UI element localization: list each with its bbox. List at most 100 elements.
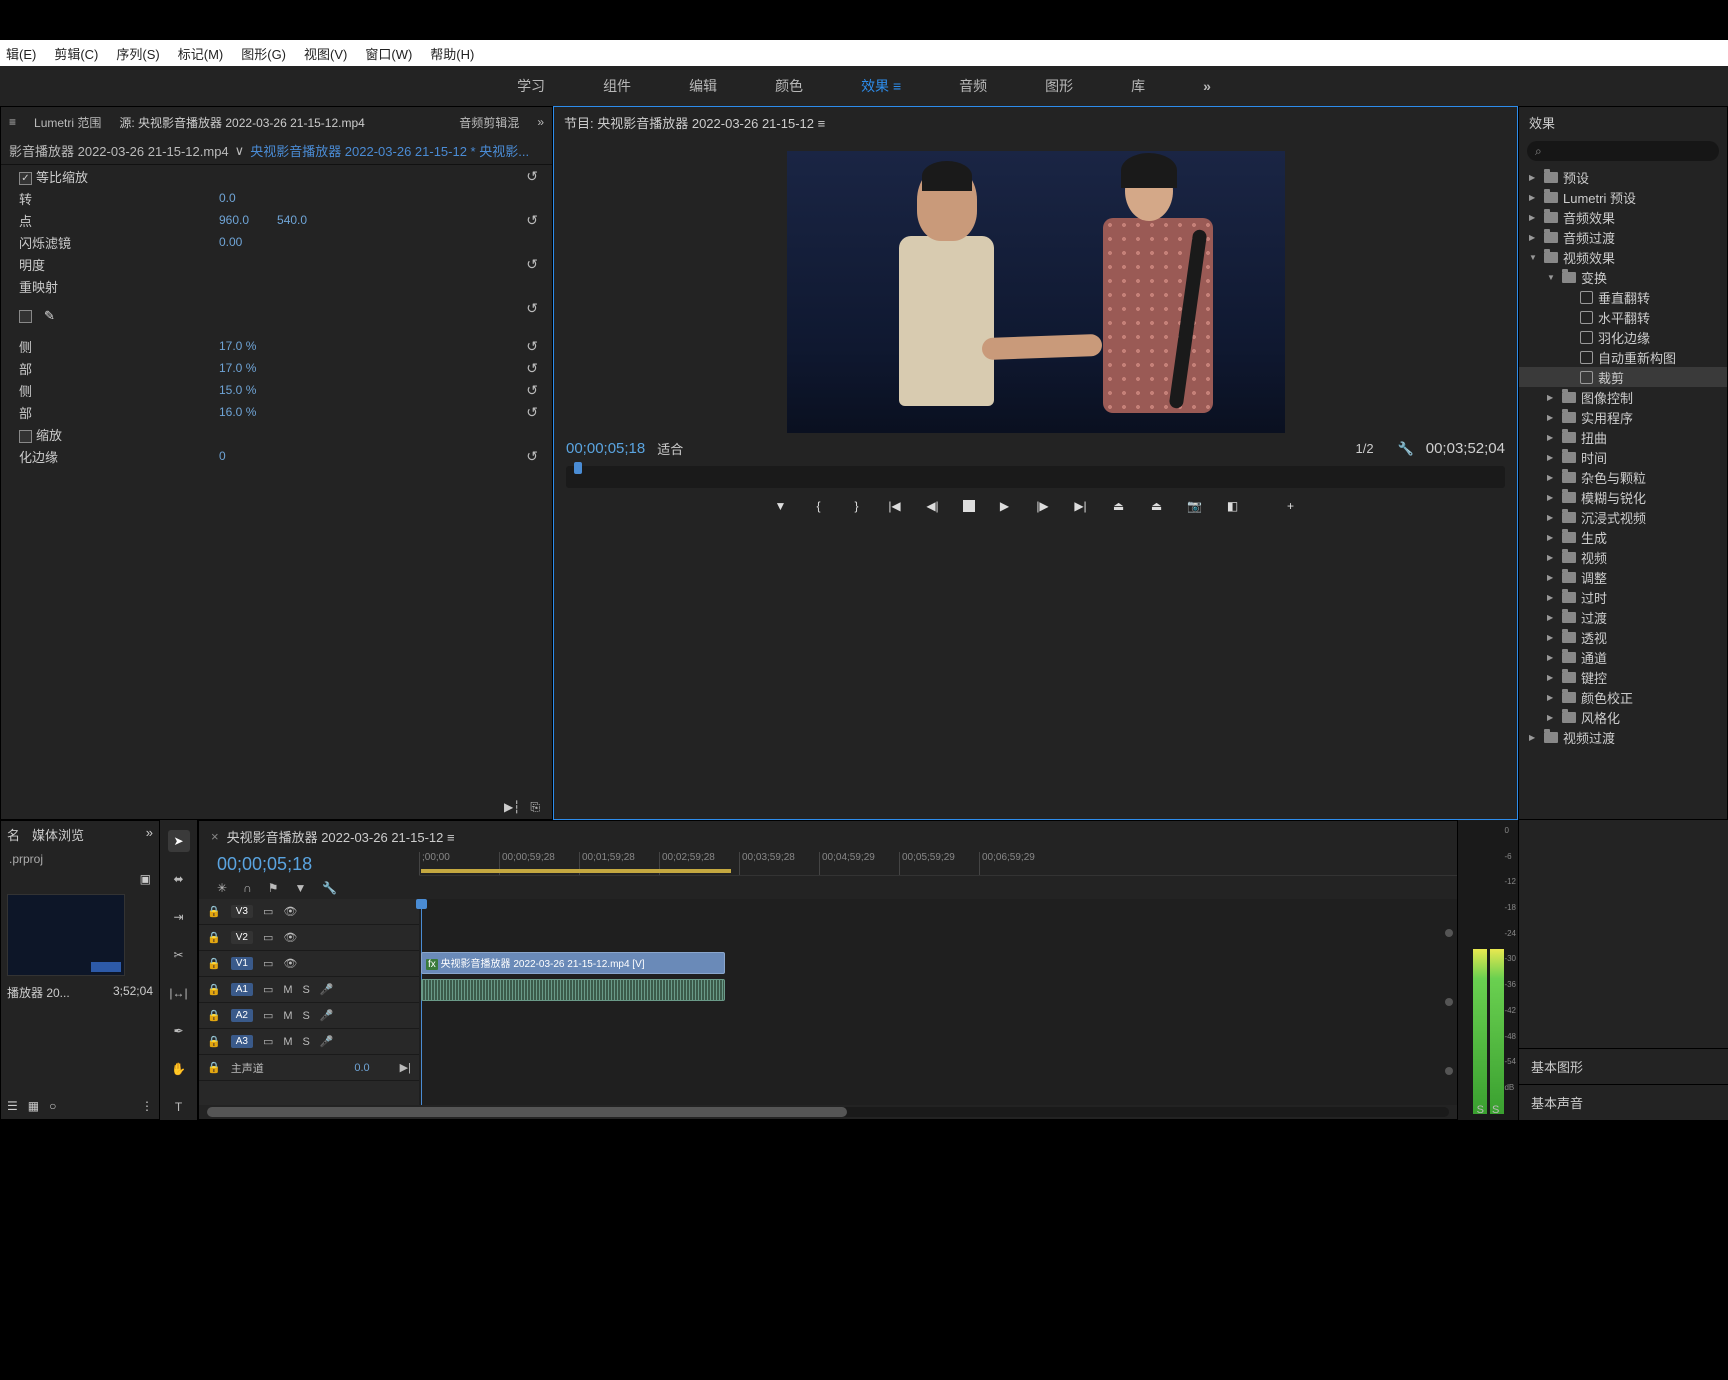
track-v2[interactable]: 🔒V2▭👁 (199, 925, 419, 951)
program-scrubber[interactable] (566, 466, 1505, 488)
reset-icon[interactable]: ↺ (526, 168, 538, 185)
track-master[interactable]: 🔒主声道0.0▶| (199, 1055, 419, 1081)
flicker-value[interactable]: 0.00 (219, 235, 242, 249)
lock-icon[interactable]: 🔒 (207, 931, 221, 944)
timeline-content[interactable]: fx 央视影音播放器 2022-03-26 21-15-12.mp4 [V] (419, 899, 1457, 1105)
fx-视频效果[interactable]: ▼视频效果 (1519, 247, 1727, 267)
lock-icon[interactable]: 🔒 (207, 1061, 221, 1074)
ws-graphics[interactable]: 图形 (1041, 68, 1077, 104)
fx-裁剪[interactable]: 裁剪 (1519, 367, 1727, 387)
work-area-bar[interactable] (421, 869, 731, 873)
project-tab-name[interactable]: 名 (7, 825, 20, 844)
project-item-row[interactable]: 播放器 20... 3;52;04 (1, 982, 159, 1003)
add-marker-icon[interactable]: ⚑ (268, 881, 279, 895)
ec-tab-source[interactable]: 源: 央视影音播放器 2022-03-26 21-15-12.mp4 (119, 114, 364, 131)
h-scroll-thumb[interactable] (207, 1107, 847, 1117)
ws-audio[interactable]: 音频 (955, 68, 991, 104)
fx-风格化[interactable]: ▶风格化 (1519, 707, 1727, 727)
project-tab-media[interactable]: 媒体浏览 (32, 825, 84, 844)
menu-clip[interactable]: 剪辑(C) (54, 44, 98, 63)
track-select-tool[interactable]: ⬌ (168, 868, 190, 890)
voice-over-icon[interactable]: 🎤 (320, 1009, 334, 1022)
stop-icon[interactable] (963, 500, 975, 512)
sync-lock-icon[interactable]: ▭ (263, 905, 273, 918)
mark-in-icon[interactable]: { (811, 498, 827, 514)
slip-tool[interactable]: |↔| (168, 982, 190, 1004)
fx-预设[interactable]: ▶预设 (1519, 167, 1727, 187)
fx-视频过渡[interactable]: ▶视频过渡 (1519, 727, 1727, 747)
reset-icon[interactable]: ↺ (526, 382, 538, 399)
fx-键控[interactable]: ▶键控 (1519, 667, 1727, 687)
extract-icon[interactable]: ⏏ (1149, 498, 1165, 514)
fx-透视[interactable]: ▶透视 (1519, 627, 1727, 647)
fx-视频[interactable]: ▶视频 (1519, 547, 1727, 567)
mute-icon[interactable]: M (283, 1010, 292, 1022)
fx-沉浸式视频[interactable]: ▶沉浸式视频 (1519, 507, 1727, 527)
linked-selection-icon[interactable]: ∩ (243, 881, 252, 895)
essential-graphics-tab[interactable]: 基本图形 (1519, 1048, 1728, 1084)
crop-bottom-value[interactable]: 16.0 % (219, 405, 256, 419)
fx-杂色与颗粒[interactable]: ▶杂色与颗粒 (1519, 467, 1727, 487)
lock-icon[interactable]: 🔒 (207, 957, 221, 970)
rotation-value[interactable]: 0.0 (219, 191, 236, 205)
ws-overflow[interactable]: » (1199, 70, 1215, 102)
selection-tool[interactable]: ➤ (168, 830, 190, 852)
marker-icon[interactable]: ▼ (294, 881, 306, 895)
timeline-h-scroll[interactable] (207, 1107, 1449, 1117)
ws-edit[interactable]: 编辑 (685, 68, 721, 104)
lock-icon[interactable]: 🔒 (207, 1035, 221, 1048)
fx-音频过渡[interactable]: ▶音频过渡 (1519, 227, 1727, 247)
mute-icon[interactable]: M (283, 984, 292, 996)
add-marker-icon[interactable]: ▼ (773, 498, 789, 514)
crop-left-value[interactable]: 17.0 % (219, 339, 256, 353)
fx-变换[interactable]: ▼变换 (1519, 267, 1727, 287)
freeform-view-icon[interactable]: ○ (49, 1099, 56, 1113)
fx-音频效果[interactable]: ▶音频效果 (1519, 207, 1727, 227)
crop-fx-checkbox[interactable] (19, 310, 32, 323)
sync-lock-icon[interactable]: ▭ (263, 1035, 273, 1048)
crop-zoom-checkbox[interactable] (19, 430, 32, 443)
lock-icon[interactable]: 🔒 (207, 905, 221, 918)
track-v3[interactable]: 🔒V3▭👁 (199, 899, 419, 925)
menu-window[interactable]: 窗口(W) (365, 44, 412, 63)
settings-icon[interactable]: 🔧 (1398, 441, 1414, 457)
zoom-in-icon[interactable] (1445, 1067, 1453, 1075)
zoom-mid-icon[interactable] (1445, 998, 1453, 1006)
timeline-ruler[interactable]: ;00;0000;00;59;2800;01;59;2800;02;59;280… (419, 852, 1457, 876)
sequence-name[interactable]: 央视影音播放器 2022-03-26 21-15-12 ≡ (227, 827, 455, 846)
ws-learn[interactable]: 学习 (513, 68, 549, 104)
ripple-edit-tool[interactable]: ⇥ (168, 906, 190, 928)
fx-羽化边缘[interactable]: 羽化边缘 (1519, 327, 1727, 347)
ec-overflow-icon[interactable]: » (537, 115, 544, 129)
program-zoom-dropdown[interactable]: 适合 (657, 439, 683, 458)
menu-graphics[interactable]: 图形(G) (241, 44, 286, 63)
step-forward-icon[interactable]: |▶ (1035, 498, 1051, 514)
fx-垂直翻转[interactable]: 垂直翻转 (1519, 287, 1727, 307)
fx-调整[interactable]: ▶调整 (1519, 567, 1727, 587)
sync-lock-icon[interactable]: ▭ (263, 983, 273, 996)
track-a1[interactable]: 🔒A1▭MS🎤 (199, 977, 419, 1003)
ec-tab-lumetri[interactable]: Lumetri 范围 (34, 114, 101, 131)
lift-icon[interactable]: ⏏ (1111, 498, 1127, 514)
program-playhead[interactable] (574, 462, 582, 474)
zoom-out-icon[interactable] (1445, 929, 1453, 937)
project-overflow[interactable]: » (146, 825, 153, 844)
uniform-scale-checkbox[interactable] (19, 172, 32, 185)
comparison-icon[interactable]: ◧ (1225, 498, 1241, 514)
export-frame-icon[interactable]: ⎘ (530, 800, 540, 815)
program-tc-current[interactable]: 00;00;05;18 (566, 440, 645, 457)
lock-icon[interactable]: 🔒 (207, 983, 221, 996)
fx-Lumetri 预设[interactable]: ▶Lumetri 预设 (1519, 187, 1727, 207)
eye-icon[interactable]: 👁 (283, 957, 297, 970)
fx-通道[interactable]: ▶通道 (1519, 647, 1727, 667)
type-tool[interactable]: T (168, 1096, 190, 1118)
track-a3[interactable]: 🔒A3▭MS🎤 (199, 1029, 419, 1055)
ws-effects[interactable]: 效果 ≡ (857, 68, 905, 104)
solo-left[interactable]: S (1477, 1104, 1484, 1116)
menu-view[interactable]: 视图(V) (304, 44, 347, 63)
menu-marker[interactable]: 标记(M) (178, 44, 224, 63)
fx-生成[interactable]: ▶生成 (1519, 527, 1727, 547)
reset-icon[interactable]: ↺ (526, 360, 538, 377)
lock-icon[interactable]: 🔒 (207, 1009, 221, 1022)
mute-icon[interactable]: M (283, 1036, 292, 1048)
